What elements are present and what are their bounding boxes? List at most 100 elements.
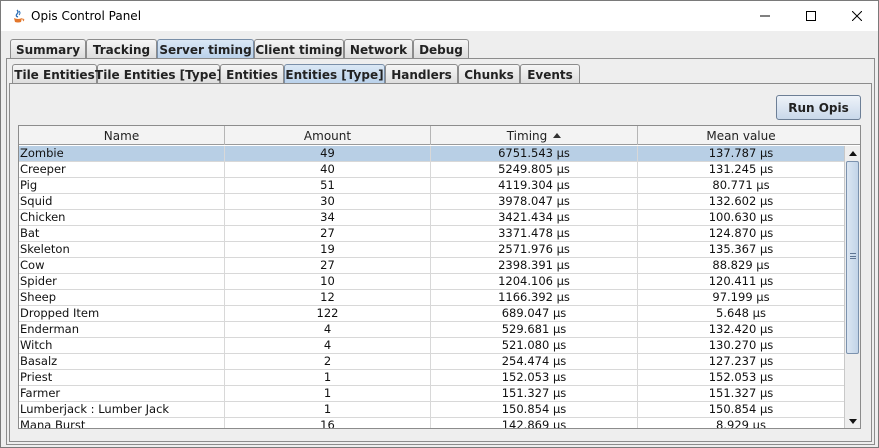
tab-tile-entities[interactable]: Tile Entities xyxy=(12,64,97,84)
cell-amount: 1 xyxy=(225,370,431,386)
table-row[interactable]: Cow 27 2398.391 µs 88.829 µs xyxy=(19,258,844,274)
cell-timing: 5249.805 µs xyxy=(431,162,638,178)
cell-timing: 1204.106 µs xyxy=(431,274,638,290)
scroll-up-button[interactable] xyxy=(845,146,860,160)
cell-timing: 521.080 µs xyxy=(431,338,638,354)
table-row[interactable]: Zombie 49 6751.543 µs 137.787 µs xyxy=(19,146,844,162)
cell-timing: 152.053 µs xyxy=(431,370,638,386)
cell-name: Bat xyxy=(19,226,225,242)
cell-timing: 6751.543 µs xyxy=(431,146,638,162)
cell-name: Squid xyxy=(19,194,225,210)
cell-amount: 27 xyxy=(225,226,431,242)
cell-amount: 2 xyxy=(225,354,431,370)
tab-summary[interactable]: Summary xyxy=(10,39,86,59)
cell-mean-value: 80.771 µs xyxy=(712,178,770,192)
column-header-label: Timing xyxy=(506,128,548,143)
tab-debug[interactable]: Debug xyxy=(413,39,469,59)
minimize-button[interactable] xyxy=(742,1,788,31)
tab-entities[interactable]: Entities xyxy=(220,64,284,84)
table-row[interactable]: Enderman 4 529.681 µs 132.420 µs xyxy=(19,322,844,338)
minimize-icon xyxy=(760,15,770,17)
column-header-mean-value[interactable]: Mean value xyxy=(638,126,844,145)
close-button[interactable] xyxy=(834,1,879,31)
cell-timing: 2571.976 µs xyxy=(431,242,638,258)
column-header-label: Name xyxy=(103,128,140,143)
column-header-label: Mean value xyxy=(706,128,776,143)
scroll-thumb[interactable] xyxy=(846,161,859,354)
tab-handlers[interactable]: Handlers xyxy=(385,64,458,84)
cell-mean-value: 132.420 µs xyxy=(708,322,774,336)
tab-tracking[interactable]: Tracking xyxy=(86,39,157,59)
cell-name: Mana Burst xyxy=(19,418,225,428)
window-title: Opis Control Panel xyxy=(31,9,142,23)
table-row[interactable]: Basalz 2 254.474 µs 127.237 µs xyxy=(19,354,844,370)
cell-mean-value: 132.602 µs xyxy=(708,194,774,208)
java-app-icon xyxy=(10,8,26,24)
cell-amount: 34 xyxy=(225,210,431,226)
cell-mean-value: 120.411 µs xyxy=(708,274,774,288)
run-opis-button[interactable]: Run Opis xyxy=(776,95,861,120)
cell-name: Creeper xyxy=(19,162,225,178)
table-row[interactable]: Bat 27 3371.478 µs 124.870 µs xyxy=(19,226,844,242)
cell-timing: 3371.478 µs xyxy=(431,226,638,242)
scroll-down-button[interactable] xyxy=(845,414,860,428)
cell-mean-value: 150.854 µs xyxy=(708,402,774,416)
cell-name: Skeleton xyxy=(19,242,225,258)
cell-name: Spider xyxy=(19,274,225,290)
cell-mean-value: 124.870 µs xyxy=(708,226,774,240)
table-row[interactable]: Witch 4 521.080 µs 130.270 µs xyxy=(19,338,844,354)
table-row[interactable]: Chicken 34 3421.434 µs 100.630 µs xyxy=(19,210,844,226)
cell-amount: 40 xyxy=(225,162,431,178)
cell-name: Lumberjack : Lumber Jack xyxy=(19,402,225,418)
cell-amount: 49 xyxy=(225,146,431,162)
cell-name: Farmer xyxy=(19,386,225,402)
tab-server-timing[interactable]: Server timing xyxy=(157,39,254,59)
table-row[interactable]: Sheep 12 1166.392 µs 97.199 µs xyxy=(19,290,844,306)
title-bar[interactable]: Opis Control Panel xyxy=(1,1,878,31)
tab-events[interactable]: Events xyxy=(520,64,580,84)
opis-window: Opis Control Panel Summary Tracking Serv… xyxy=(0,0,879,448)
table-row[interactable]: Dropped Item 122 689.047 µs 5.648 µs xyxy=(19,306,844,322)
vertical-scrollbar[interactable] xyxy=(844,146,860,428)
cell-amount: 1 xyxy=(225,402,431,418)
cell-timing: 689.047 µs xyxy=(431,306,638,322)
cell-amount: 51 xyxy=(225,178,431,194)
table-row[interactable]: Squid 30 3978.047 µs 132.602 µs xyxy=(19,194,844,210)
tab-network[interactable]: Network xyxy=(344,39,413,59)
cell-amount: 30 xyxy=(225,194,431,210)
cell-name: Dropped Item xyxy=(19,306,225,322)
maximize-button[interactable] xyxy=(788,1,834,31)
arrow-down-icon xyxy=(848,418,857,424)
cell-timing: 2398.391 µs xyxy=(431,258,638,274)
cell-name: Priest xyxy=(19,370,225,386)
column-header-name[interactable]: Name xyxy=(19,126,225,145)
cell-mean-value: 5.648 µs xyxy=(716,306,766,320)
cell-mean-value: 131.245 µs xyxy=(708,162,774,176)
tab-entities-type[interactable]: Entities [Type] xyxy=(284,64,385,84)
cell-amount: 27 xyxy=(225,258,431,274)
column-header-amount[interactable]: Amount xyxy=(225,126,431,145)
cell-mean-value: 151.327 µs xyxy=(708,386,774,400)
tab-client-timing[interactable]: Client timing xyxy=(254,39,344,59)
cell-timing: 3978.047 µs xyxy=(431,194,638,210)
cell-timing: 4119.304 µs xyxy=(431,178,638,194)
table-row[interactable]: Lumberjack : Lumber Jack 1 150.854 µs 150.8… xyxy=(19,402,844,418)
table-row[interactable]: Spider 10 1204.106 µs 120.411 µs xyxy=(19,274,844,290)
tab-tile-entities-type[interactable]: Tile Entities [Type] xyxy=(95,64,222,84)
table-row[interactable]: Skeleton 19 2571.976 µs 135.367 µs xyxy=(19,242,844,258)
table-header: Name Amount Timing Mean value xyxy=(19,126,860,145)
close-icon xyxy=(852,11,862,21)
table-row[interactable]: Pig 51 4119.304 µs 80.771 µs xyxy=(19,178,844,194)
table-row[interactable]: Farmer 1 151.327 µs 151.327 µs xyxy=(19,386,844,402)
table-row[interactable]: Mana Burst 16 142.869 µs 8.929 µs xyxy=(19,418,844,428)
maximize-icon xyxy=(806,11,816,21)
tab-chunks[interactable]: Chunks xyxy=(458,64,520,84)
cell-mean-value: 100.630 µs xyxy=(708,210,774,224)
table-row[interactable]: Creeper 40 5249.805 µs 131.245 µs xyxy=(19,162,844,178)
column-header-timing[interactable]: Timing xyxy=(431,126,638,145)
table-row[interactable]: Priest 1 152.053 µs 152.053 µs xyxy=(19,370,844,386)
cell-amount: 12 xyxy=(225,290,431,306)
entities-table: Name Amount Timing Mean value Zombie 49 67… xyxy=(18,125,861,429)
cell-amount: 4 xyxy=(225,338,431,354)
cell-mean-value: 130.270 µs xyxy=(708,338,774,352)
